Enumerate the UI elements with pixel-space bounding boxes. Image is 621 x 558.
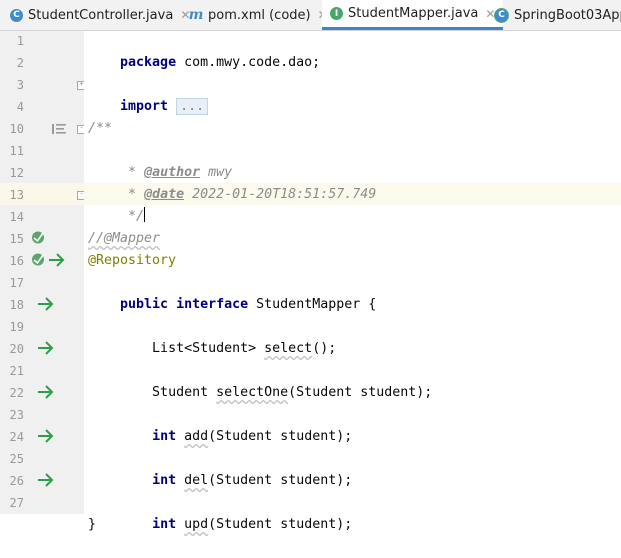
method-name: select <box>264 341 313 356</box>
code-line: Student selectOne(Student student); <box>88 360 432 400</box>
code-line: package com.mwy.code.dao; <box>88 30 320 70</box>
go-to-implementation-arrow-icon[interactable] <box>37 384 55 400</box>
go-to-implementation-arrow-icon[interactable] <box>37 428 55 444</box>
spring-bean-icon[interactable] <box>31 252 46 267</box>
code-line: */ <box>88 184 146 224</box>
code-text: (Student student); <box>288 385 433 400</box>
line-number: 26 <box>9 474 24 488</box>
code-text: (); <box>312 341 337 356</box>
line-number: 17 <box>9 276 24 290</box>
code-line: int del(Student student); <box>88 448 352 488</box>
class-icon: C <box>10 8 23 22</box>
keyword: int <box>152 473 177 488</box>
line-number: 20 <box>9 342 24 356</box>
spring-class-icon: C <box>494 7 509 23</box>
code-text: (Student student); <box>208 473 353 488</box>
line-number: 18 <box>9 298 24 312</box>
keyword: int <box>152 517 177 532</box>
code-line: @Repository <box>88 253 177 268</box>
comment: */ <box>120 209 145 224</box>
code-text: com.mwy.code.dao; <box>176 55 321 70</box>
go-to-implementation-arrow-icon[interactable] <box>37 472 55 488</box>
line-number: 11 <box>9 144 24 158</box>
line-number: 21 <box>9 364 24 378</box>
line-number: 4 <box>16 100 24 114</box>
line-number: 19 <box>9 320 24 334</box>
line-number: 24 <box>9 430 24 444</box>
line-number: 22 <box>9 386 24 400</box>
keyword: public <box>120 297 169 312</box>
comment: 2022-01-20T18:51:57.749 <box>184 187 377 202</box>
folded-imports[interactable]: ... <box>176 98 209 115</box>
tab-label: pom.xml (code) <box>208 7 311 23</box>
spring-bean-icon[interactable] <box>31 230 46 245</box>
line-number: 14 <box>9 210 24 224</box>
tab-student-controller[interactable]: C StudentController.java ✕ <box>10 0 190 30</box>
keyword: int <box>152 429 177 444</box>
code-text: (Student student); <box>208 517 353 532</box>
method-name: del <box>184 473 209 488</box>
render-doc-icon[interactable] <box>52 123 66 135</box>
editor-gutter: 1 2 3 4 10 11 12 13 14 15 16 17 18 19 20… <box>0 31 86 514</box>
method-name: selectOne <box>216 385 289 400</box>
code-line: int upd(Student student); <box>88 492 352 532</box>
tab-springboot-application[interactable]: C SpringBoot03Appli <box>494 0 621 30</box>
keyword: package <box>120 55 177 70</box>
line-number: 12 <box>9 166 24 180</box>
method-name: add <box>184 429 209 444</box>
code-line: import ... <box>88 74 209 115</box>
tab-label: SpringBoot03Appli <box>514 7 621 23</box>
javadoc-tag: @date <box>144 187 185 202</box>
go-to-implementation-arrow-icon[interactable] <box>37 340 55 356</box>
code-text: Student <box>120 385 217 400</box>
line-number: 2 <box>16 56 24 70</box>
keyword: import <box>120 99 169 114</box>
code-text: (Student student); <box>208 429 353 444</box>
text-caret <box>144 207 146 222</box>
line-number: 10 <box>9 122 24 136</box>
line-number: 15 <box>9 232 24 246</box>
code-line: /** <box>88 121 113 136</box>
tab-label: StudentMapper.java <box>348 6 479 21</box>
line-number: 1 <box>16 34 24 48</box>
code-line: * @author mwy <box>88 140 232 180</box>
line-number: 16 <box>9 254 24 268</box>
line-number: 27 <box>9 496 24 510</box>
code-line: * @date 2022-01-20T18:51:57.749 <box>88 162 376 202</box>
method-name: upd <box>184 517 209 532</box>
code-line: } <box>88 517 97 532</box>
tab-label: StudentController.java <box>28 7 174 23</box>
code-editor[interactable]: package com.mwy.code.dao; import ... /**… <box>84 30 621 532</box>
code-text: List<Student> <box>120 341 265 356</box>
line-number: 13 <box>9 188 24 202</box>
line-number: 23 <box>9 408 24 422</box>
tab-student-mapper[interactable]: I StudentMapper.java ✕ <box>322 0 504 30</box>
maven-icon: m <box>188 7 204 23</box>
line-number: 25 <box>9 452 24 466</box>
tab-pom-xml[interactable]: m pom.xml (code) ✕ <box>189 0 328 30</box>
code-text: StudentMapper { <box>248 297 377 312</box>
editor-tab-bar: C StudentController.java ✕ m pom.xml (co… <box>0 0 621 31</box>
line-number: 3 <box>16 78 24 92</box>
code-line: public interface StudentMapper { <box>88 272 376 312</box>
code-line: int add(Student student); <box>88 404 352 444</box>
code-line: //@Mapper <box>88 231 161 246</box>
code-line: List<Student> select(); <box>88 316 336 356</box>
go-to-implementation-arrow-icon[interactable] <box>37 296 55 312</box>
keyword: interface <box>176 297 249 312</box>
interface-icon: I <box>330 7 343 20</box>
go-to-implementation-arrow-icon[interactable] <box>48 252 66 268</box>
